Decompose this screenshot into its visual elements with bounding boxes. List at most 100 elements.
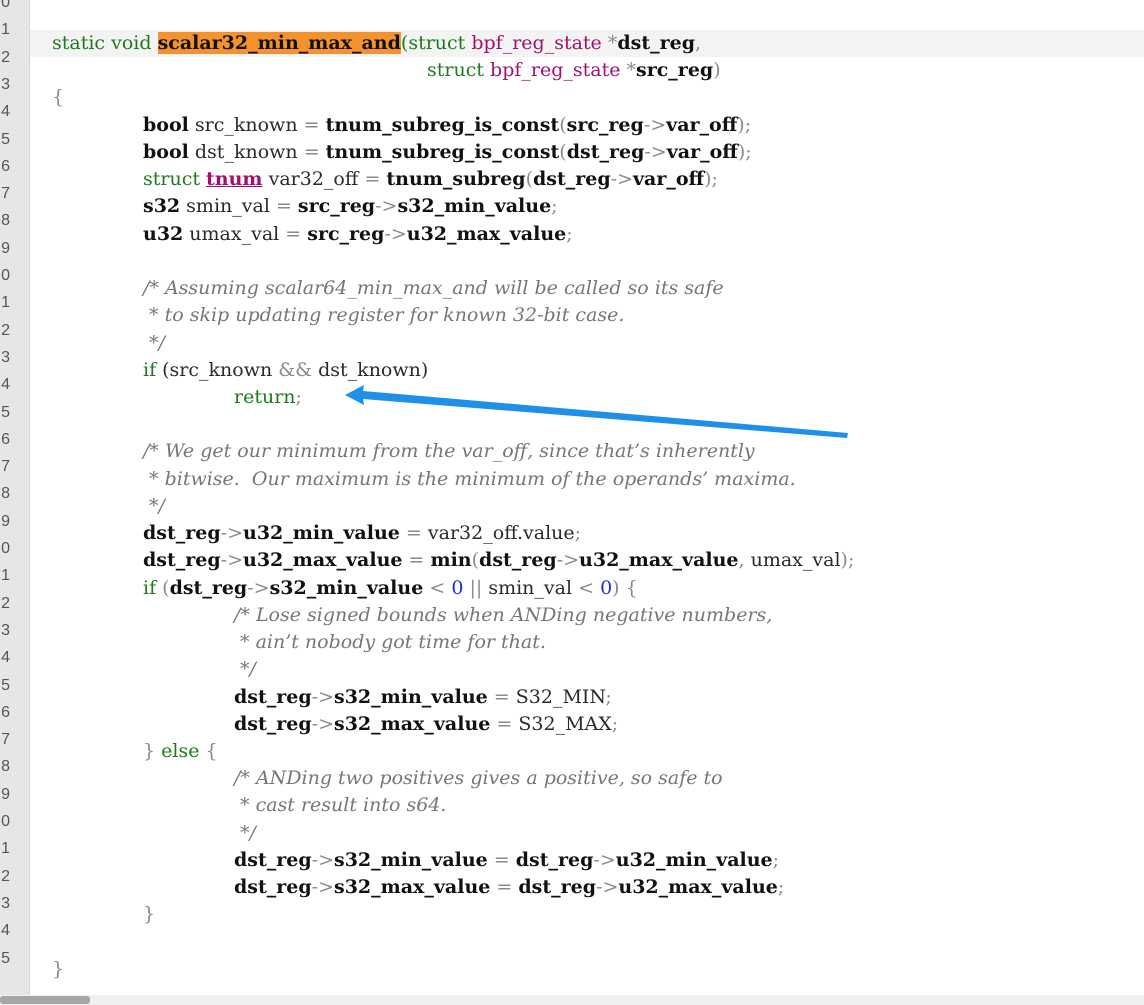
type-name: bpf_reg_state [471, 32, 602, 54]
member: s32_min_value [334, 686, 488, 708]
punct: ; [295, 386, 302, 408]
type-name: s32 [143, 195, 181, 217]
line-number: 6 [1, 158, 10, 175]
operator: = [493, 686, 510, 708]
member: s32_min_value [334, 849, 488, 871]
member: u32_min_value [615, 849, 773, 871]
operator: -> [375, 195, 398, 217]
keyword: if [143, 359, 157, 381]
comment: * cast result into s64. [234, 794, 447, 816]
punct: ( [559, 114, 567, 136]
identifier: smin_val [180, 195, 276, 217]
code-line[interactable]: dst_reg->s32_min_value = dst_reg->u32_mi… [234, 847, 779, 874]
code-line[interactable]: return; [234, 384, 302, 411]
operator: = [364, 168, 381, 190]
operator: * [620, 59, 637, 81]
code-line[interactable]: if (dst_reg->s32_min_value < 0 || smin_v… [143, 575, 638, 602]
code-line[interactable]: s32 smin_val = src_reg->s32_min_value; [143, 193, 558, 220]
scrollbar-thumb[interactable] [0, 996, 90, 1004]
line-number: 3 [1, 349, 10, 366]
member: value [523, 522, 575, 544]
line-number-gutter: 0 1 2 3 4 5 6 7 8 9 0 1 2 3 4 5 6 7 8 9 0 1 2 3 4 5 6 7 8 9 0 1 2 3 4 5 [0, 0, 30, 995]
function-call: tnum_subreg_is_const [325, 141, 560, 163]
code-line[interactable]: /* ANDing two positives gives a positive… [234, 765, 723, 792]
line-number: 2 [1, 322, 10, 339]
line-number: 4 [1, 649, 10, 666]
code-line[interactable]: bool dst_known = tnum_subreg_is_const(ds… [143, 139, 752, 166]
code-line[interactable]: struct tnum var32_off = tnum_subreg(dst_… [143, 166, 718, 193]
function-call: min [430, 549, 472, 571]
identifier: dst_reg [234, 849, 312, 871]
keyword: else [161, 740, 200, 762]
type-name: u32 [143, 223, 184, 245]
number-literal: 0 [600, 577, 613, 599]
code-line[interactable]: if (src_known && dst_known) [143, 357, 428, 384]
member: u32_max_value [243, 549, 403, 571]
code-editor[interactable]: 0 1 2 3 4 5 6 7 8 9 0 1 2 3 4 5 6 7 8 9 0 1 2 3 4 5 6 7 8 9 0 1 2 3 4 5 sta… [0, 0, 1144, 995]
identifier: dst_reg [515, 849, 594, 871]
code-line[interactable]: * to skip updating register for known 32… [143, 302, 624, 329]
code-line[interactable]: } [143, 901, 155, 928]
code-line[interactable]: } [52, 956, 64, 983]
function-call: tnum_subreg_is_const [325, 114, 560, 136]
operator: = [303, 141, 320, 163]
code-line[interactable]: { [52, 84, 64, 111]
type-name: bool [143, 114, 189, 136]
code-line[interactable]: /* Lose signed bounds when ANDing negati… [234, 602, 772, 629]
code-line[interactable]: */ [234, 656, 256, 683]
operator: = [408, 549, 425, 571]
punct: ; [772, 849, 780, 871]
code-line[interactable]: static void scalar32_min_max_and(struct … [52, 30, 701, 57]
code-line[interactable]: struct bpf_reg_state *src_reg) [427, 57, 721, 84]
code-line[interactable]: bool src_known = tnum_subreg_is_const(sr… [143, 112, 751, 139]
operator: = [405, 522, 422, 544]
punct: ); [840, 549, 855, 571]
keyword: if [143, 577, 157, 599]
horizontal-scrollbar[interactable] [0, 995, 1144, 1005]
line-number: 3 [1, 76, 10, 93]
code-line[interactable]: } else { [143, 738, 218, 765]
line-number: 0 [1, 267, 10, 284]
type-name: tnum [206, 168, 263, 190]
type-name: bpf_reg_state [490, 59, 621, 81]
operator: -> [593, 849, 616, 871]
identifier: dst_reg [617, 32, 696, 54]
code-line[interactable]: dst_reg->u32_max_value = min(dst_reg->u3… [143, 547, 854, 574]
code-line[interactable]: /* Assuming scalar64_min_max_and will be… [143, 275, 724, 302]
line-number: 5 [1, 677, 10, 694]
operator: -> [610, 168, 633, 190]
line-number: 7 [1, 731, 10, 748]
punct: ; [574, 522, 582, 544]
code-line[interactable]: */ [143, 330, 165, 357]
code-line[interactable]: /* We get our minimum from the var_off, … [143, 438, 755, 465]
comment: /* We get our minimum from the var_off, … [143, 440, 755, 462]
identifier: src_reg [297, 195, 376, 217]
code-line[interactable]: */ [234, 820, 256, 847]
code-line[interactable]: dst_reg->u32_min_value = var32_off.value… [143, 520, 581, 547]
keyword: static void [52, 32, 158, 54]
brace: } [52, 958, 65, 980]
comment: * to skip updating register for known 32… [143, 304, 625, 326]
keyword: struct [427, 59, 491, 81]
member: var_off [666, 114, 738, 136]
identifier: src_reg [566, 114, 644, 136]
comment: */ [234, 822, 256, 844]
code-line[interactable]: * bitwise. Our maximum is the minimum of… [143, 466, 796, 493]
identifier: dst_known [188, 141, 304, 163]
code-line[interactable]: */ [143, 493, 165, 520]
line-number: 0 [1, 813, 10, 830]
identifier: dst_reg [234, 876, 312, 898]
punct: , [695, 32, 702, 54]
code-line[interactable]: dst_reg->s32_min_value = S32_MIN; [234, 684, 612, 711]
code-line[interactable]: u32 umax_val = src_reg->u32_max_value; [143, 221, 573, 248]
operator: -> [311, 876, 334, 898]
code-line[interactable]: dst_reg->s32_max_value = S32_MAX; [234, 711, 618, 738]
operator: -> [247, 577, 270, 599]
operator: = [303, 114, 320, 136]
identifier: src_known [188, 114, 304, 136]
code-line[interactable]: * ain’t nobody got time for that. [234, 629, 546, 656]
identifier: dst_known) [312, 359, 429, 381]
code-line[interactable]: dst_reg->s32_max_value = dst_reg->u32_ma… [234, 874, 784, 901]
operator: || [469, 577, 483, 599]
code-line[interactable]: * cast result into s64. [234, 792, 446, 819]
